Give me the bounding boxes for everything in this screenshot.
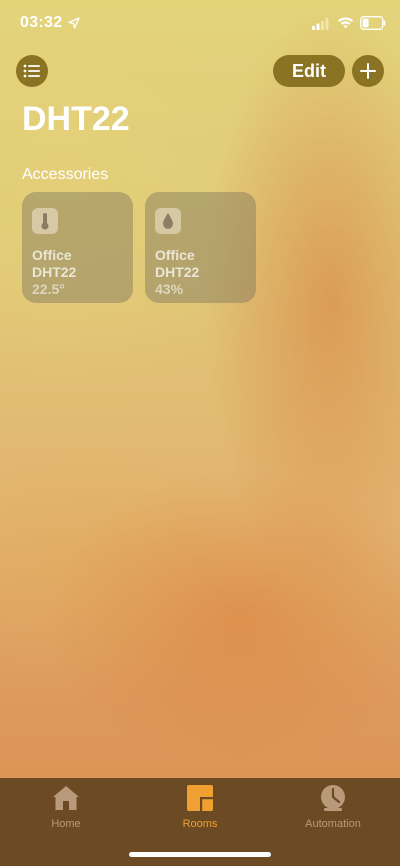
tile-room-label: Office <box>32 247 72 263</box>
tile-humidity-value: 43% <box>155 281 184 297</box>
tile-accessory-name: DHT22 <box>155 264 200 280</box>
location-arrow-icon <box>68 17 80 29</box>
tab-rooms-label: Rooms <box>182 818 218 830</box>
accessories-section-title: Accessories <box>22 166 109 183</box>
clock-icon <box>321 785 345 811</box>
tab-automation[interactable]: Automation <box>288 784 378 834</box>
house-icon <box>53 786 79 810</box>
tile-temperature-value: 22.5° <box>32 281 65 297</box>
signal-icon <box>312 18 329 30</box>
wifi-icon <box>337 17 354 29</box>
status-time: 03:32 <box>20 14 63 31</box>
thermometer-icon <box>32 208 58 234</box>
tab-automation-label: Automation <box>305 818 361 830</box>
plus-icon <box>360 63 376 79</box>
accessory-tile-temperature[interactable]: Office DHT22 22.5° <box>22 192 133 303</box>
tab-rooms[interactable]: Rooms <box>155 784 245 834</box>
page-title: DHT22 <box>22 100 130 138</box>
battery-icon <box>360 16 386 30</box>
home-indicator <box>129 852 271 857</box>
list-icon <box>23 64 40 78</box>
edit-button[interactable]: Edit <box>273 55 345 87</box>
tile-accessory-name: DHT22 <box>32 264 77 280</box>
list-menu-button[interactable] <box>16 55 48 87</box>
tab-home[interactable]: Home <box>21 784 111 834</box>
status-bar: 03:32 <box>0 0 400 46</box>
accessory-tile-humidity[interactable]: Office DHT22 43% <box>145 192 256 303</box>
droplet-icon <box>155 208 181 234</box>
rooms-icon <box>187 785 213 811</box>
tab-home-label: Home <box>51 818 81 830</box>
tile-room-label: Office <box>155 247 195 263</box>
add-button[interactable] <box>352 55 384 87</box>
